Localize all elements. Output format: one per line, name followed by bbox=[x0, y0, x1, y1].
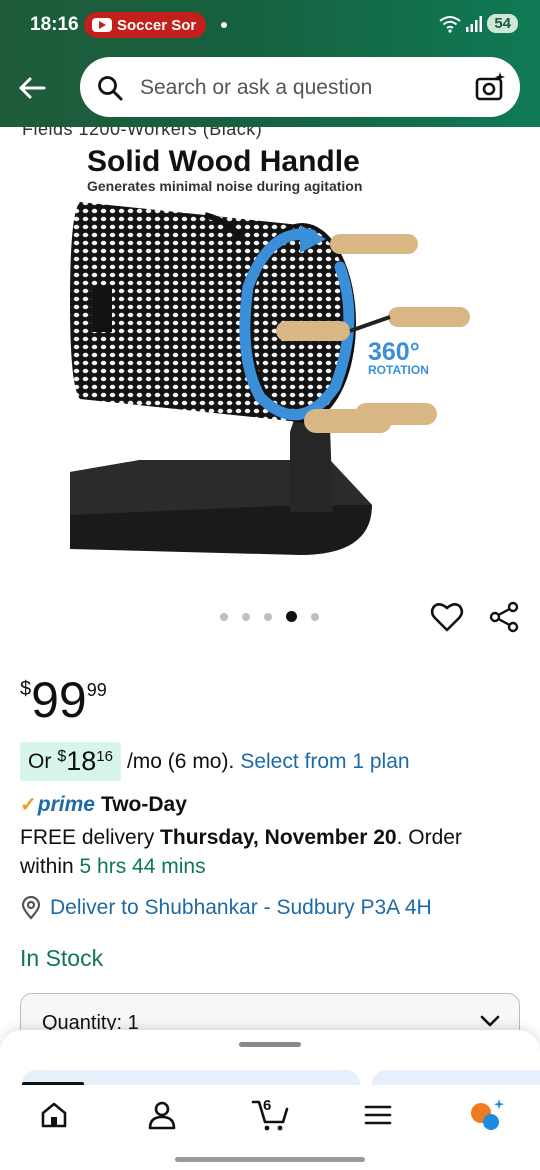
prime-check-icon: ✓ bbox=[20, 794, 37, 816]
delivery-countdown: 5 hrs 44 mins bbox=[79, 855, 206, 878]
price-fraction: 99 bbox=[86, 680, 107, 700]
back-button[interactable] bbox=[16, 72, 48, 104]
nav-rufus-assistant[interactable] bbox=[461, 1095, 511, 1135]
deliver-to-location[interactable]: Deliver to Shubhankar - Sudbury P3A 4H bbox=[20, 896, 432, 920]
delivery-date: Thursday, November 20 bbox=[160, 826, 397, 849]
carousel-dot[interactable] bbox=[220, 612, 228, 621]
prime-badge: ✓ prime Two-Day bbox=[20, 792, 187, 817]
camera-search-icon[interactable] bbox=[474, 71, 506, 103]
status-icons: 54 bbox=[439, 14, 518, 33]
status-bar: 18:16 Soccer Sor 54 bbox=[0, 0, 540, 52]
gesture-home-bar[interactable] bbox=[175, 1157, 365, 1162]
installment-fraction: 16 bbox=[96, 748, 113, 765]
installment-offer: Or $ 18 16 /mo (6 mo). Select from 1 pla… bbox=[20, 742, 410, 781]
rotation-label: ROTATION bbox=[368, 363, 429, 377]
stock-status: In Stock bbox=[20, 945, 104, 971]
price-whole: 99 bbox=[31, 672, 87, 728]
installment-term: /mo (6 mo). bbox=[126, 749, 235, 773]
notification-dot bbox=[221, 22, 227, 28]
search-bar[interactable] bbox=[80, 57, 520, 119]
nav-home[interactable] bbox=[29, 1095, 79, 1135]
carousel-dot[interactable] bbox=[242, 612, 250, 621]
image-carousel-dots[interactable] bbox=[220, 611, 319, 622]
nav-account[interactable] bbox=[137, 1095, 187, 1135]
coffee-roaster-drum-illustration bbox=[70, 202, 470, 555]
product-image[interactable]: Fields 1200-Workers (Black) Solid Wood H… bbox=[0, 127, 540, 582]
installment-currency: $ bbox=[57, 748, 67, 765]
user-icon bbox=[148, 1101, 176, 1130]
youtube-icon bbox=[92, 18, 112, 32]
status-time: 18:16 bbox=[30, 14, 79, 35]
nav-menu[interactable] bbox=[353, 1095, 403, 1135]
delivery-info: FREE delivery Thursday, November 20. Ord… bbox=[20, 823, 520, 881]
media-notification-chip[interactable]: Soccer Sor bbox=[84, 12, 206, 38]
prime-logo: prime bbox=[37, 792, 95, 816]
back-arrow-icon bbox=[19, 77, 46, 99]
carousel-dot[interactable] bbox=[311, 612, 319, 621]
price-currency: $ bbox=[20, 678, 32, 700]
search-icon bbox=[98, 76, 123, 101]
select-plan-link[interactable]: Select from 1 plan bbox=[240, 750, 409, 774]
installment-amount-chip: Or $ 18 16 bbox=[20, 742, 121, 781]
installment-prefix: Or bbox=[28, 749, 52, 773]
price: $ 99 99 bbox=[20, 672, 107, 728]
location-pin-icon bbox=[21, 896, 41, 920]
app-header bbox=[0, 52, 540, 127]
ai-assistant-icon bbox=[471, 1099, 504, 1130]
bottom-navigation: 6 bbox=[0, 1085, 540, 1170]
share-icon bbox=[489, 601, 519, 633]
battery-indicator: 54 bbox=[487, 14, 518, 33]
search-input[interactable] bbox=[138, 57, 462, 119]
heart-icon bbox=[430, 603, 464, 632]
chevron-down-icon bbox=[480, 1015, 500, 1027]
bottom-sheet[interactable] bbox=[0, 1030, 540, 1090]
sheet-drag-handle[interactable] bbox=[239, 1042, 301, 1047]
delivery-prefix: FREE delivery bbox=[20, 826, 161, 849]
share-button[interactable] bbox=[488, 601, 520, 638]
home-icon bbox=[41, 1102, 67, 1128]
menu-icon bbox=[364, 1105, 392, 1125]
add-to-list-button[interactable] bbox=[430, 601, 464, 638]
prime-speed: Two-Day bbox=[100, 792, 187, 816]
wifi-icon bbox=[439, 15, 461, 33]
installment-whole: 18 bbox=[66, 746, 97, 776]
notification-text: Soccer Sor bbox=[117, 16, 197, 34]
location-text[interactable]: Deliver to Shubhankar - Sudbury P3A 4H bbox=[50, 896, 432, 920]
signal-icon bbox=[466, 15, 483, 32]
nav-cart[interactable]: 6 bbox=[245, 1095, 295, 1135]
carousel-dot[interactable] bbox=[264, 612, 272, 621]
carousel-dot-active[interactable] bbox=[286, 611, 297, 622]
cart-count: 6 bbox=[263, 1097, 272, 1114]
